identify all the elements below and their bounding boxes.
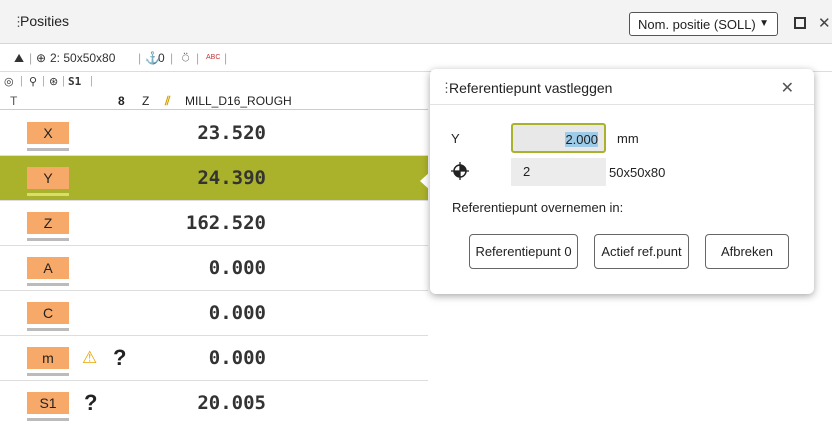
spindle-icon: ⊛ <box>49 76 59 88</box>
axis-badge: A <box>27 257 69 279</box>
axis-badge: Z <box>27 212 69 234</box>
axis-label: Y <box>451 131 460 146</box>
person-icon: ⚲ <box>29 76 38 88</box>
axis-badge: X <box>27 122 69 144</box>
divider: | <box>29 51 33 65</box>
workpiece-label: 2: 50x50x80 <box>50 51 116 65</box>
divider: | <box>90 75 93 87</box>
position-input[interactable]: 2.000 <box>511 123 606 153</box>
position-row-a[interactable]: A 0.000 <box>0 246 428 291</box>
position-row-z[interactable]: Z 162.520 <box>0 201 428 246</box>
position-value: 0.000 <box>208 302 266 324</box>
window-title: Posities <box>20 13 70 29</box>
position-value: 162.520 <box>185 212 266 234</box>
view-mode-value: Nom. positie (SOLL) <box>638 17 756 32</box>
close-icon[interactable]: ✕ <box>781 78 794 98</box>
axis-underline <box>27 283 69 286</box>
position-value: 0.000 <box>208 347 266 369</box>
axis-underline <box>27 238 69 241</box>
datum-value: 0 <box>158 51 165 65</box>
position-value: 20.005 <box>197 392 266 414</box>
probe-icon: ⍥ <box>182 51 190 65</box>
axis-underline <box>27 328 69 331</box>
apply-label: Referentiepunt overnemen in: <box>452 200 624 215</box>
set-preset-dialog: ⋮ Referentiepunt vastleggen ✕ Y 2.000 mm… <box>430 69 814 294</box>
crosshair-icon <box>451 162 469 180</box>
position-value: 24.390 <box>197 167 266 189</box>
chevron-down-icon: ▼ <box>759 18 769 29</box>
active-preset-button[interactable]: Actief ref.punt <box>594 234 689 269</box>
position-row-y[interactable]: Y 24.390 <box>0 156 428 201</box>
window-titlebar: ⋮ Posities Nom. positie (SOLL) ▼ ✕ <box>0 0 832 44</box>
dialog-header: ⋮ Referentiepunt vastleggen ✕ <box>430 69 814 105</box>
close-icon[interactable]: ✕ <box>818 14 831 32</box>
divider: | <box>224 51 228 65</box>
unknown-marker: ? <box>84 390 98 415</box>
tool-header: T 8 Z ⫽ MILL_D16_ROUGH <box>0 92 428 110</box>
preset-name: 50x50x80 <box>609 165 666 180</box>
position-row-x[interactable]: X 23.520 <box>0 111 428 156</box>
maximize-icon[interactable] <box>794 17 806 29</box>
divider: | <box>138 51 142 65</box>
preset-icon: ⊕ <box>36 51 47 65</box>
position-input-value: 2.000 <box>565 132 598 147</box>
tool-number: 8 <box>118 94 125 108</box>
axis-underline <box>27 373 69 376</box>
axis-badge: Y <box>27 167 69 189</box>
divider: | <box>170 51 174 65</box>
col-t-label: T <box>10 94 18 108</box>
axis-badge: m <box>27 347 69 369</box>
axis-badge: C <box>27 302 69 324</box>
tool-axis: Z <box>142 94 150 108</box>
position-value: 0.000 <box>208 257 266 279</box>
divider: | <box>62 75 65 87</box>
divider: | <box>42 75 45 87</box>
warning-icon: ⚠ <box>82 348 98 367</box>
preset-number: 2 <box>523 164 531 179</box>
unknown-marker: ? <box>113 345 127 370</box>
position-row-m[interactable]: m ⚠ ? 0.000 <box>0 336 428 381</box>
position-row-c[interactable]: C 0.000 <box>0 291 428 336</box>
dialog-title: Referentiepunt vastleggen <box>449 80 613 96</box>
preset-zero-button[interactable]: Referentiepunt 0 <box>469 234 578 269</box>
rotation-icon: ◎ <box>4 76 14 88</box>
tool-icon: ⫽ <box>165 94 171 108</box>
secondary-toolbar: ◎ | ⚲ | ⊛ | S1 | <box>0 72 428 92</box>
spindle-label: S1 <box>68 75 82 88</box>
position-row-s1[interactable]: S1 ? 20.005 <box>0 381 428 421</box>
status-toolbar: ⛰ | ⊕ 2: 50x50x80 | ⚓ 0 | ⍥ | ABC | <box>0 44 832 72</box>
workpiece-icon: ⛰ <box>14 51 25 65</box>
divider: | <box>20 75 23 87</box>
preset-number-field: 2 <box>511 158 606 186</box>
cancel-button[interactable]: Afbreken <box>705 234 789 269</box>
abc-icon: ABC <box>206 54 221 61</box>
axis-badge: S1 <box>27 392 69 414</box>
position-list: X 23.520 Y 24.390 Z 162.520 A 0.000 C 0.… <box>0 111 428 421</box>
position-value: 23.520 <box>197 122 266 144</box>
axis-underline <box>27 193 69 196</box>
divider: | <box>196 51 200 65</box>
tool-name: MILL_D16_ROUGH <box>185 94 292 108</box>
view-mode-select[interactable]: Nom. positie (SOLL) ▼ <box>629 12 778 36</box>
unit-label: mm <box>617 131 639 146</box>
axis-underline <box>27 148 69 151</box>
